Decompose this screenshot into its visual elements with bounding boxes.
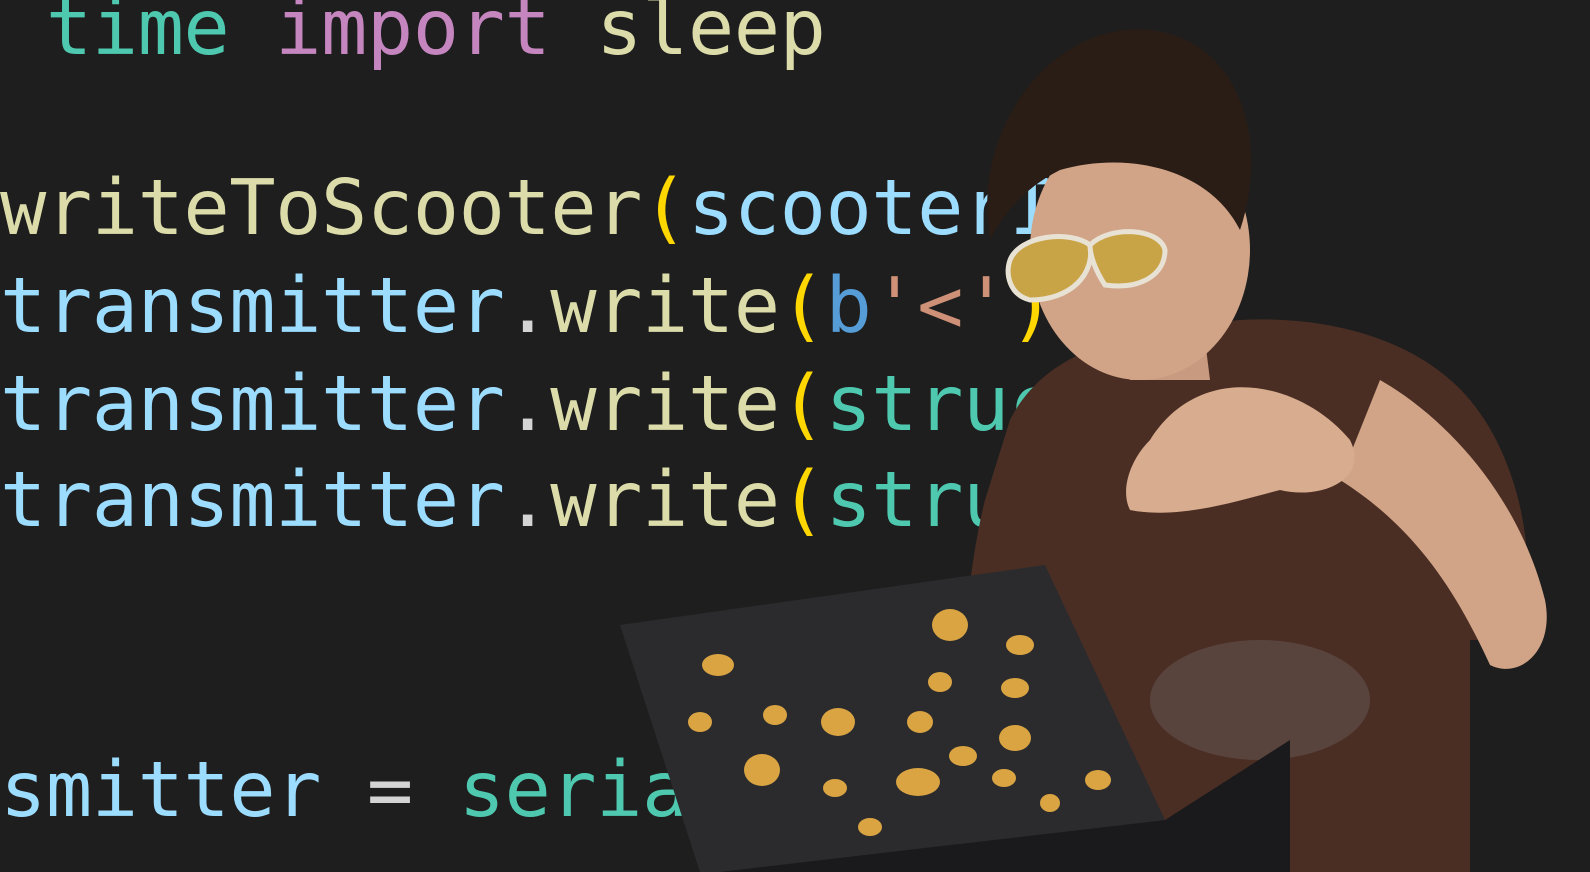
person-figure [620, 29, 1547, 872]
shirt-graphic [1150, 640, 1370, 760]
video-frame: time import sleep writeToScooter(scooterI… [0, 0, 1590, 872]
